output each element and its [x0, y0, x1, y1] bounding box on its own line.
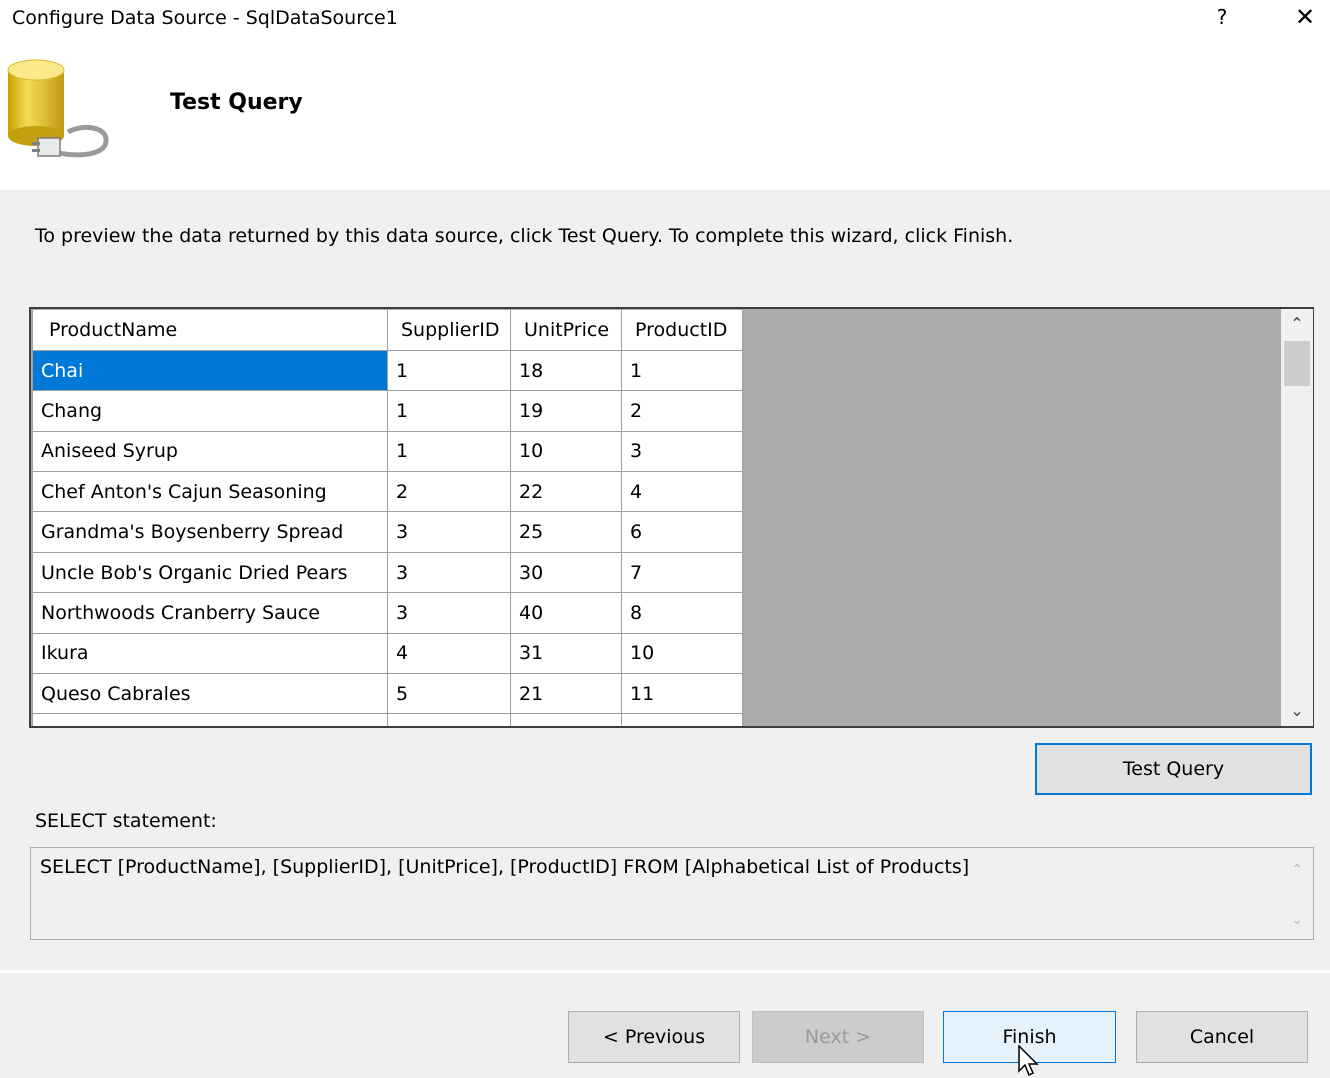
wizard-header: Test Query [0, 40, 1330, 190]
column-header-productid[interactable]: ProductID [621, 310, 743, 351]
cell-unitprice[interactable] [510, 713, 622, 726]
next-button[interactable]: Next > [752, 1011, 924, 1063]
header-row: ProductName SupplierID UnitPrice Product… [32, 310, 743, 351]
cell-productname[interactable]: Uncle Bob's Organic Dried Pears [32, 551, 388, 594]
results-table: ProductName SupplierID UnitPrice Product… [32, 310, 743, 726]
cell-unitprice[interactable]: 25 [510, 511, 622, 553]
scroll-down-icon[interactable]: ⌄ [1285, 908, 1309, 932]
cell-supplierid[interactable]: 3 [387, 592, 511, 634]
cell-productid[interactable]: 1 [621, 349, 743, 392]
test-query-button[interactable]: Test Query [1035, 743, 1312, 795]
divider [0, 970, 1330, 973]
cell-supplierid[interactable]: 2 [387, 471, 511, 513]
select-statement-label: SELECT statement: [35, 810, 217, 832]
cell-supplierid[interactable]: 3 [387, 551, 511, 594]
cell-unitprice[interactable]: 10 [510, 430, 622, 473]
cell-unitprice[interactable]: 19 [510, 390, 622, 432]
table-row[interactable]: Chai 1 18 1 [32, 349, 743, 392]
mouse-cursor-icon [1018, 1045, 1039, 1077]
table-row[interactable]: Chang 1 19 2 [32, 390, 743, 432]
cell-supplierid[interactable]: 5 [387, 673, 511, 715]
cell-productid[interactable] [621, 713, 743, 726]
cell-productid[interactable]: 8 [621, 592, 743, 634]
scroll-up-icon[interactable]: ⌃ [1285, 858, 1309, 882]
cell-productid[interactable]: 4 [621, 471, 743, 513]
title-bar: Configure Data Source - SqlDataSource1 ?… [0, 0, 1330, 40]
select-statement-text: SELECT [ProductName], [SupplierID], [Uni… [40, 856, 970, 878]
page-title: Test Query [170, 90, 303, 115]
cell-productid[interactable]: 6 [621, 511, 743, 553]
cell-productid[interactable]: 10 [621, 632, 743, 675]
previous-button[interactable]: < Previous [568, 1011, 740, 1063]
cell-productname[interactable]: Grandma's Boysenberry Spread [32, 511, 388, 553]
table-row[interactable]: Northwoods Cranberry Sauce 3 40 8 [32, 592, 743, 634]
scroll-up-icon[interactable]: ⌃ [1281, 309, 1313, 339]
table-row[interactable]: Chef Anton's Cajun Seasoning 2 22 4 [32, 471, 743, 513]
cell-productname[interactable]: Chef Anton's Cajun Seasoning [32, 471, 388, 513]
cell-unitprice[interactable]: 22 [510, 471, 622, 513]
table-row-partial[interactable] [32, 713, 743, 726]
help-button[interactable]: ? [1210, 5, 1234, 33]
cell-supplierid[interactable] [387, 713, 511, 726]
close-button[interactable]: ✕ [1288, 3, 1322, 35]
cell-productname[interactable]: Chai [32, 349, 388, 392]
select-statement-field[interactable]: SELECT [ProductName], [SupplierID], [Uni… [30, 847, 1314, 940]
cell-unitprice[interactable]: 18 [510, 349, 622, 392]
cell-unitprice[interactable]: 21 [510, 673, 622, 715]
scroll-down-icon[interactable]: ⌄ [1281, 696, 1313, 726]
cell-productid[interactable]: 2 [621, 390, 743, 432]
table-row[interactable]: Queso Cabrales 5 21 11 [32, 673, 743, 715]
cell-productname[interactable]: Queso Cabrales [32, 673, 388, 715]
column-header-supplierid[interactable]: SupplierID [387, 310, 511, 351]
scroll-thumb[interactable] [1284, 341, 1310, 386]
cell-productid[interactable]: 7 [621, 551, 743, 594]
instructions-text: To preview the data returned by this dat… [35, 225, 1014, 247]
table-row[interactable]: Ikura 4 31 10 [32, 632, 743, 675]
cell-supplierid[interactable]: 1 [387, 430, 511, 473]
cancel-button[interactable]: Cancel [1136, 1011, 1308, 1063]
cell-unitprice[interactable]: 30 [510, 551, 622, 594]
cell-productname[interactable]: Chang [32, 390, 388, 432]
table-row[interactable]: Uncle Bob's Organic Dried Pears 3 30 7 [32, 551, 743, 594]
column-header-unitprice[interactable]: UnitPrice [510, 310, 622, 351]
cell-supplierid[interactable]: 1 [387, 390, 511, 432]
cell-supplierid[interactable]: 4 [387, 632, 511, 675]
cell-supplierid[interactable]: 3 [387, 511, 511, 553]
table-row[interactable]: Aniseed Syrup 1 10 3 [32, 430, 743, 473]
cell-productname[interactable] [32, 713, 388, 726]
cell-productname[interactable]: Ikura [32, 632, 388, 675]
table-row[interactable]: Grandma's Boysenberry Spread 3 25 6 [32, 511, 743, 553]
grid-scrollbar[interactable]: ⌃ ⌄ [1281, 309, 1313, 726]
window-title: Configure Data Source - SqlDataSource1 [12, 7, 398, 29]
cell-productid[interactable]: 3 [621, 430, 743, 473]
cell-productname[interactable]: Aniseed Syrup [32, 430, 388, 473]
cell-supplierid[interactable]: 1 [387, 349, 511, 392]
cell-unitprice[interactable]: 40 [510, 592, 622, 634]
column-header-productname[interactable]: ProductName [32, 310, 388, 351]
cell-productid[interactable]: 11 [621, 673, 743, 715]
results-grid[interactable]: ProductName SupplierID UnitPrice Product… [29, 307, 1314, 728]
cell-unitprice[interactable]: 31 [510, 632, 622, 675]
cell-productname[interactable]: Northwoods Cranberry Sauce [32, 592, 388, 634]
database-icon [7, 59, 109, 158]
